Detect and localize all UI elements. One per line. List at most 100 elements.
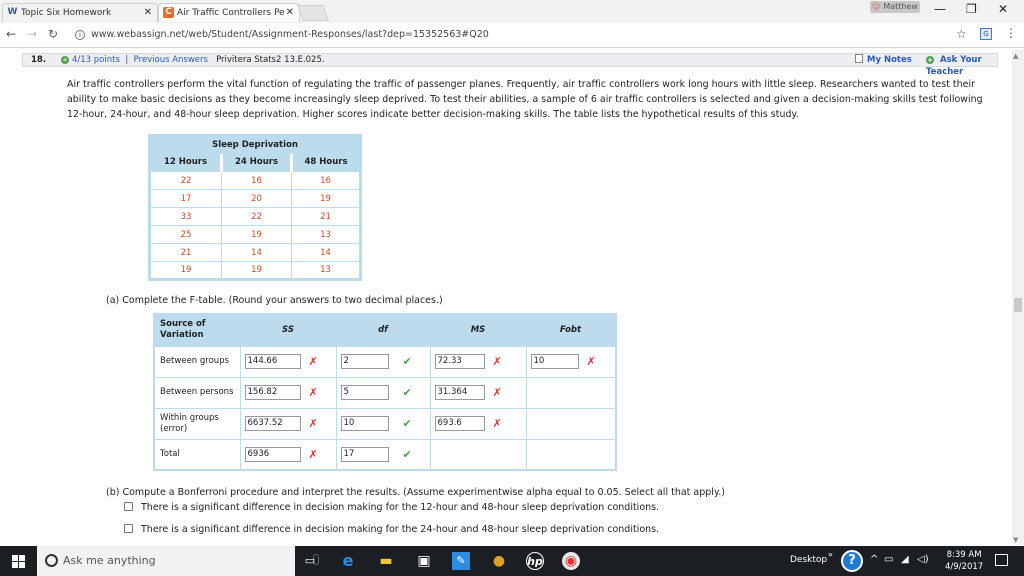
cell: 16 <box>221 171 292 190</box>
app-icon[interactable]: ● <box>490 552 508 570</box>
volume-icon[interactable]: ◁) <box>917 554 929 565</box>
forward-icon[interactable]: → <box>27 27 37 41</box>
cell: 14 <box>291 243 361 262</box>
cell: 21 <box>291 207 361 226</box>
ss-input[interactable]: 144.66 <box>244 354 301 369</box>
bookmark-star-icon[interactable]: ☆ <box>956 27 967 41</box>
ms-input[interactable]: 31.364 <box>434 385 485 400</box>
table-row: Total 6936 ✗ 17 ✔ <box>153 438 617 471</box>
option-item[interactable]: There is a significant difference in dec… <box>124 502 659 513</box>
df-input[interactable]: 10 <box>340 416 389 431</box>
taskbar: Ask me anything ▭ e ▬ ▣ ✎ ● hp ◉ Desktop… <box>0 546 1024 576</box>
wifi-icon[interactable]: ◢ <box>901 554 909 565</box>
info-icon: i <box>75 30 85 40</box>
option-item[interactable]: There is a significant difference in dec… <box>124 524 659 535</box>
incorrect-icon: ✗ <box>492 417 502 430</box>
ms-input[interactable]: 693.6 <box>434 416 485 431</box>
ss-input[interactable]: 156.82 <box>244 385 301 400</box>
df-input[interactable]: 5 <box>340 385 389 400</box>
table-title: Sleep Deprivation <box>149 135 361 154</box>
ss-input[interactable]: 6637.52 <box>244 416 301 431</box>
incorrect-icon: ✗ <box>492 355 502 368</box>
incorrect-icon: ✗ <box>308 417 318 430</box>
restore-icon[interactable]: ❐ <box>966 2 977 16</box>
ms-input[interactable]: 72.33 <box>434 354 485 369</box>
desktop-label[interactable]: Desktop <box>790 555 827 565</box>
table-row: 25 19 13 <box>149 225 361 244</box>
separator: | <box>125 55 129 65</box>
clock[interactable]: 8:39 AM 4/9/2017 <box>945 549 983 573</box>
tab-label: Topic Six Homework <box>21 8 112 18</box>
cell: 19 <box>149 261 222 280</box>
show-hidden-icons-icon[interactable]: ^ <box>870 554 878 565</box>
close-tab-icon[interactable]: ✕ <box>144 4 152 22</box>
tab-label: Air Traffic Controllers Pe <box>177 8 285 18</box>
checkbox[interactable] <box>124 502 133 511</box>
scrollbar-thumb[interactable] <box>1014 298 1022 312</box>
windows-start-icon[interactable] <box>12 555 25 568</box>
url-field[interactable]: i www.webassign.net/web/Student/Assignmen… <box>75 26 975 44</box>
row-label: Between persons <box>153 376 241 409</box>
scroll-up-icon[interactable]: ▲ <box>1013 52 1018 60</box>
hp-icon[interactable]: hp <box>526 552 544 570</box>
cell: 17 <box>149 189 222 208</box>
notifications-icon[interactable] <box>995 554 1008 566</box>
previous-answers-link[interactable]: Previous Answers <box>134 55 208 65</box>
tab-topic-six-homework[interactable]: W Topic Six Homework ✕ <box>2 3 158 22</box>
help-icon[interactable]: ? <box>841 550 863 572</box>
empty-cell <box>429 438 527 471</box>
cell: 25 <box>149 225 222 244</box>
cell: 22 <box>149 171 222 190</box>
edge-icon[interactable]: e <box>339 552 357 570</box>
f-input[interactable]: 10 <box>530 354 579 369</box>
cell: 14 <box>221 243 292 262</box>
new-tab-button[interactable] <box>297 5 329 21</box>
close-window-icon[interactable]: ✕ <box>998 2 1008 16</box>
table-row: 33 22 21 <box>149 207 361 226</box>
toolbar-expand-icon[interactable]: » <box>828 550 833 559</box>
my-notes-label: My Notes <box>867 55 912 65</box>
search-placeholder: Ask me anything <box>63 554 156 567</box>
incorrect-icon: ✗ <box>586 355 596 368</box>
task-view-icon[interactable]: ▭ <box>301 552 319 570</box>
ss-input[interactable]: 6936 <box>244 446 301 462</box>
empty-cell <box>525 438 617 471</box>
cell: 19 <box>221 225 292 244</box>
close-tab-icon[interactable]: ✕ <box>286 4 294 22</box>
cortana-icon <box>45 554 58 567</box>
tab-air-traffic[interactable]: C Air Traffic Controllers Pe ✕ <box>158 3 300 22</box>
battery-icon[interactable]: ▭ <box>884 554 893 565</box>
cell: 21 <box>149 243 222 262</box>
df-input[interactable]: 2 <box>340 354 389 369</box>
header-ms: MS <box>470 325 486 336</box>
chrome-icon[interactable]: ◉ <box>562 552 580 570</box>
scroll-down-icon[interactable]: ▼ <box>1013 536 1018 544</box>
table-row: Between persons 156.82 ✗ 5 ✔ 31.364 ✗ <box>153 376 617 409</box>
cell: 19 <box>291 189 361 208</box>
df-input[interactable]: 17 <box>340 446 389 462</box>
reload-icon[interactable]: ↻ <box>48 27 58 41</box>
back-icon[interactable]: ← <box>6 27 16 41</box>
points-info: +4/13 points | Previous Answers Priviter… <box>61 54 325 66</box>
empty-cell <box>525 376 617 409</box>
checkbox[interactable] <box>124 524 133 533</box>
minimize-icon[interactable]: — <box>934 2 946 16</box>
url-text: www.webassign.net/web/Student/Assignment… <box>91 29 489 40</box>
cell: 13 <box>291 261 361 280</box>
taskbar-search[interactable]: Ask me anything <box>37 546 319 576</box>
extension-icon[interactable]: G <box>980 28 992 40</box>
row-label: Between groups <box>153 345 241 378</box>
file-explorer-icon[interactable]: ▬ <box>377 552 395 570</box>
ask-teacher-button[interactable]: + Ask Your Teacher <box>926 54 997 78</box>
row-label: Within groups (error) <box>153 407 241 440</box>
header-fobt: Fobt <box>559 325 582 336</box>
correct-icon: ✔ <box>402 417 412 430</box>
browser-chrome: W Topic Six Homework ✕ C Air Traffic Con… <box>0 0 1024 48</box>
pen-app-icon[interactable]: ✎ <box>452 552 470 570</box>
column-header: 48 Hours <box>304 157 348 168</box>
store-icon[interactable]: ▣ <box>415 552 433 570</box>
user-profile-button[interactable]: ☺ Matthew <box>870 1 920 13</box>
my-notes-button[interactable]: My Notes <box>855 54 912 66</box>
menu-icon[interactable]: ⋮ <box>1005 26 1017 40</box>
plus-icon: + <box>926 56 934 64</box>
